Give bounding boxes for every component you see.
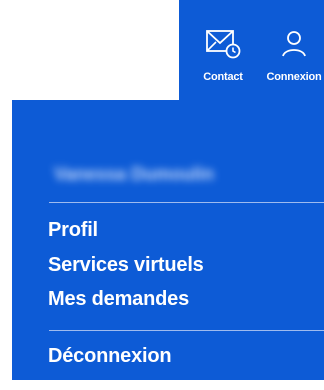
connexion-label: Connexion [266,71,322,83]
connexion-button[interactable]: Connexion [259,0,324,100]
user-menu-panel: Vanessa Dumoulin Profil Services virtuel… [12,100,324,380]
logout-link[interactable]: Déconnexion [48,345,172,368]
contact-label: Contact [203,71,243,83]
menu-item-profil[interactable]: Profil [48,219,98,242]
menu-divider [49,330,324,331]
page: Contact Connexion Vanessa Dumoulin Profi… [0,0,324,390]
menu-item-mes-demandes[interactable]: Mes demandes [48,288,189,311]
user-name: Vanessa Dumoulin [54,164,215,184]
contact-button[interactable]: Contact [183,0,263,100]
user-icon [274,26,314,62]
top-header-bar: Contact Connexion [179,0,324,100]
mail-clock-icon [203,26,243,62]
menu-item-services-virtuels[interactable]: Services virtuels [48,254,204,277]
menu-divider [49,202,324,203]
